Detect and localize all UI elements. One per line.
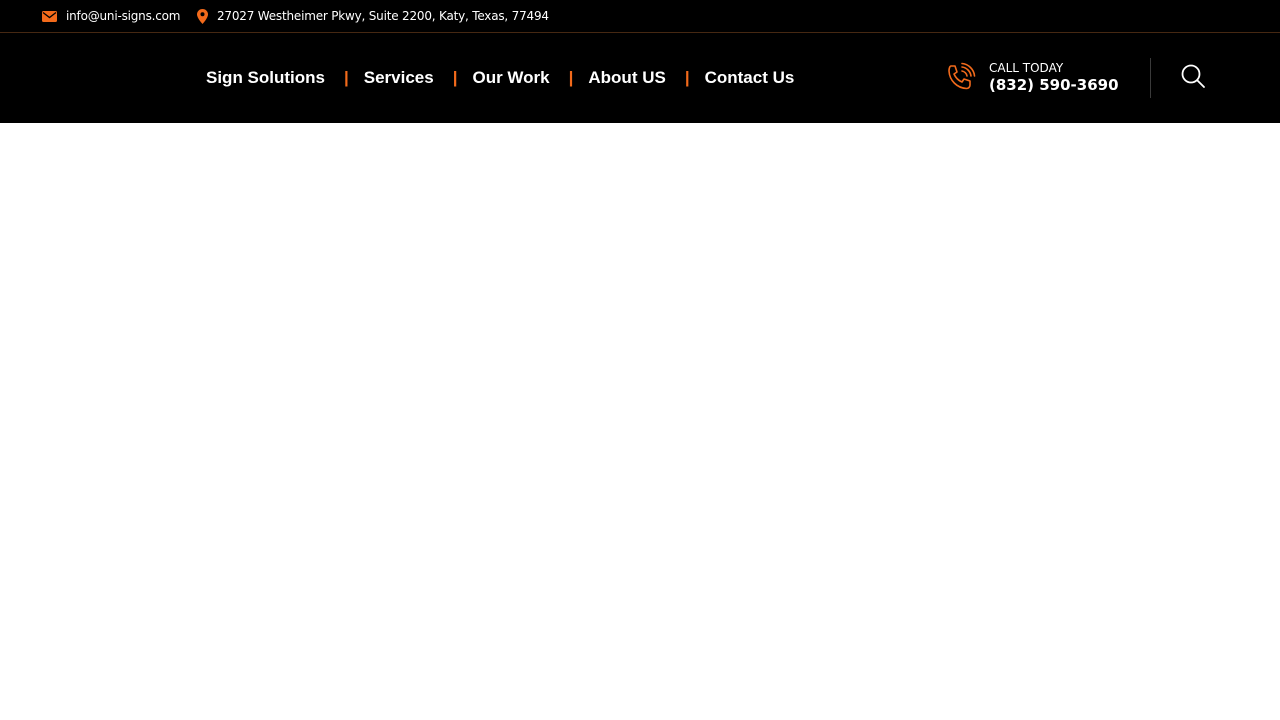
header-divider (1150, 58, 1151, 98)
nav-about-us[interactable]: About US (588, 68, 665, 88)
main-header: Sign Solutions | Services | Our Work | A… (0, 33, 1280, 123)
phone-ringing-icon (944, 62, 976, 94)
nav-separator: | (568, 68, 574, 87)
main-nav: Sign Solutions | Services | Our Work | A… (206, 33, 794, 123)
nav-contact-us[interactable]: Contact Us (705, 68, 795, 88)
address-text: 27027 Westheimer Pkwy, Suite 2200, Katy,… (217, 9, 549, 23)
email-contact[interactable]: info@uni-signs.com (42, 0, 180, 32)
nav-separator: | (452, 68, 458, 87)
phone-number[interactable]: (832) 590-3690 (989, 75, 1119, 95)
call-text: CALL TODAY (832) 590-3690 (989, 61, 1119, 95)
map-pin-icon (197, 8, 208, 24)
envelope-icon (42, 10, 57, 22)
call-today-link[interactable]: CALL TODAY (832) 590-3690 (944, 33, 1119, 123)
nav-separator: | (344, 68, 349, 87)
call-label: CALL TODAY (989, 61, 1064, 75)
page-content (0, 123, 1280, 720)
email-text[interactable]: info@uni-signs.com (66, 9, 180, 23)
nav-our-work[interactable]: Our Work (472, 68, 549, 88)
top-info-bar: info@uni-signs.com 27027 Westheimer Pkwy… (0, 0, 1280, 33)
nav-services[interactable]: Services (364, 68, 434, 88)
nav-sign-solutions[interactable]: Sign Solutions (206, 68, 325, 88)
address-contact: 27027 Westheimer Pkwy, Suite 2200, Katy,… (197, 0, 549, 32)
search-icon (1180, 63, 1206, 94)
search-button[interactable] (1178, 63, 1208, 93)
nav-separator: | (684, 68, 690, 87)
